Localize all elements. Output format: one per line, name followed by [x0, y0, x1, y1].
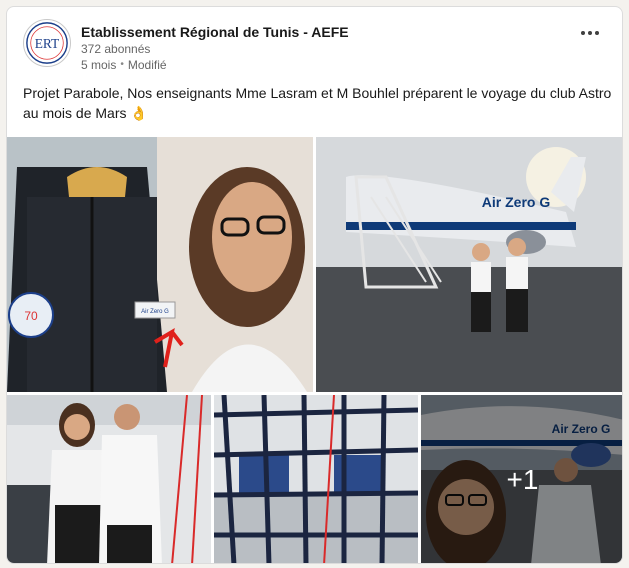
- svg-text:ERT: ERT: [35, 36, 60, 51]
- svg-text:70: 70: [24, 309, 38, 323]
- svg-text:Air Zero G: Air Zero G: [482, 194, 551, 210]
- photo-aircraft-stairs[interactable]: Air Zero G: [316, 137, 622, 392]
- photo-cabin-net[interactable]: [214, 395, 418, 563]
- photo-cabin-portrait[interactable]: [7, 395, 211, 563]
- post-age: 5 mois: [81, 58, 117, 72]
- post-card: ERT Etablissement Régional de Tunis - AE…: [6, 6, 623, 564]
- post-header: ERT Etablissement Régional de Tunis - AE…: [23, 19, 606, 83]
- ert-logo-icon: ERT: [26, 22, 68, 64]
- more-photos-count: +1: [506, 464, 539, 495]
- post-time-row: 5 mois • Modifié: [81, 57, 349, 73]
- organization-name[interactable]: Etablissement Régional de Tunis - AEFE: [81, 23, 349, 41]
- more-options-icon[interactable]: [576, 21, 604, 45]
- post-caption: Projet Parabole, Nos enseignants Mme Las…: [23, 85, 612, 121]
- post-meta: Etablissement Régional de Tunis - AEFE 3…: [81, 23, 349, 73]
- more-photos-overlay[interactable]: +1: [421, 395, 622, 563]
- photo-jacket-selfie[interactable]: 70 Air Zero G: [7, 137, 313, 392]
- follower-count: 372 abonnés: [81, 42, 151, 56]
- separator-dot: •: [120, 59, 124, 70]
- organization-logo[interactable]: ERT: [23, 19, 71, 67]
- photo-tarmac-selfie[interactable]: Air Zero G +1: [421, 395, 622, 563]
- svg-text:Air Zero G: Air Zero G: [141, 309, 169, 315]
- edited-label: Modifié: [127, 58, 167, 72]
- photo-grid: 70 Air Zero G Air Zero G Air Zero G +1: [7, 137, 622, 563]
